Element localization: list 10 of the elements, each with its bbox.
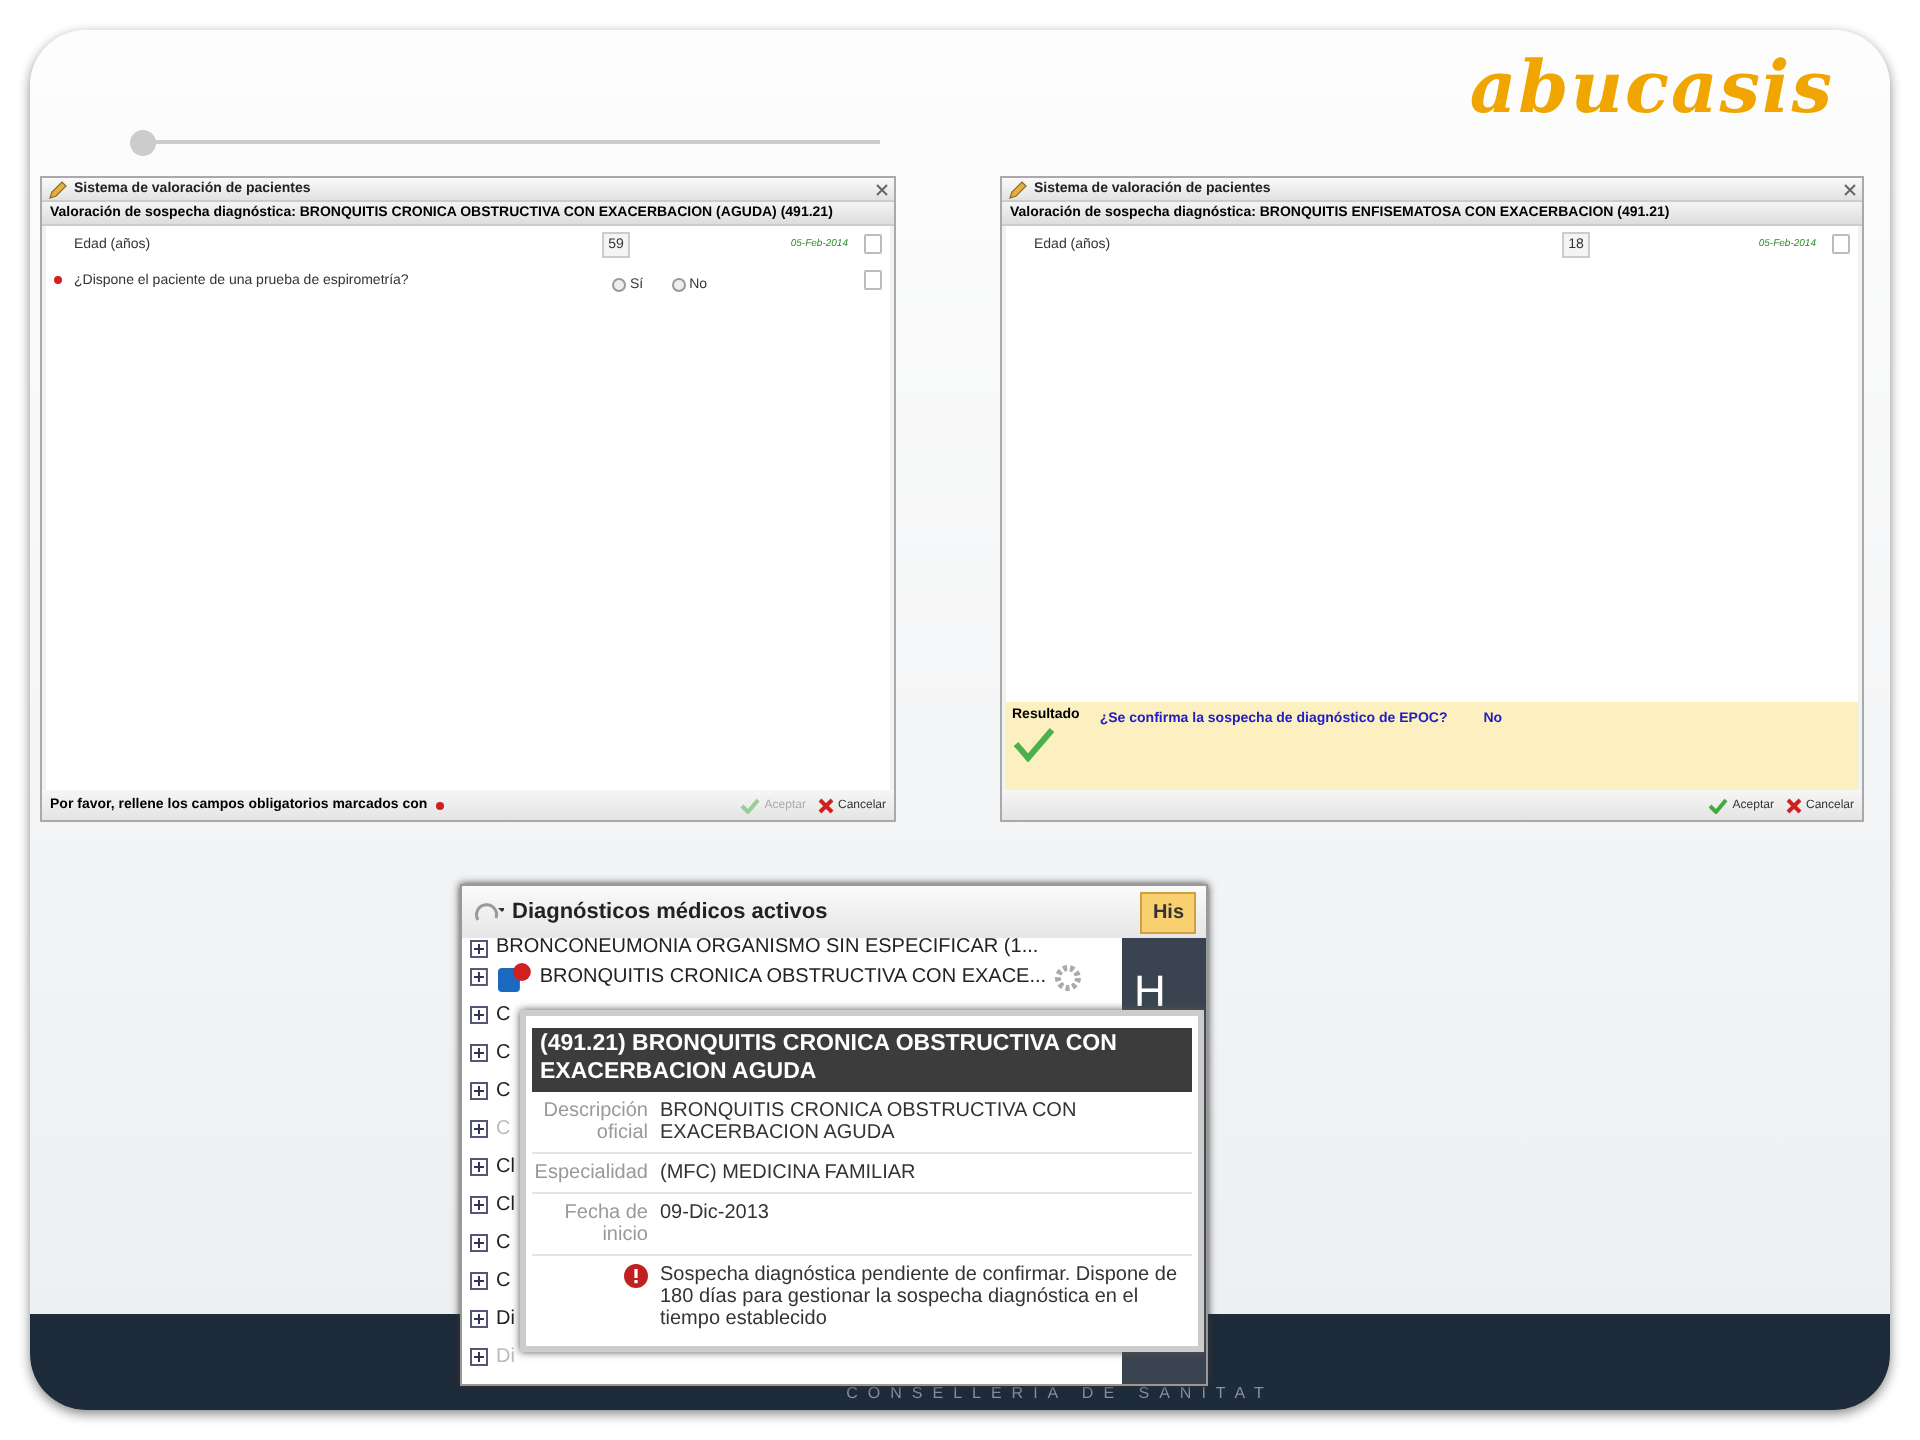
tooltip-title: (491.21) BRONQUITIS CRONICA OBSTRUCTIVA CON EXACERBACION AGUDA [532, 1028, 1192, 1092]
tooltip-value: (MFC) MEDICINA FAMILIAR [660, 1161, 916, 1184]
panel-title: Diagnósticos médicos activos [512, 900, 828, 924]
tooltip-label: Especialidad [532, 1161, 648, 1184]
tooltip-value: BRONQUITIS CRONICA OBSTRUCTIVA CON EXACERBACION AGUDA [660, 1099, 1079, 1144]
footer-text: CONSELLERIA DE SANITAT [846, 1384, 1274, 1402]
tooltip-value: 09-Dic-2013 [660, 1201, 769, 1228]
tooltip-label: Descripción oficial [541, 1099, 648, 1144]
tooltip-label: Fecha de inicio [562, 1201, 648, 1246]
logo: abucasis [1469, 46, 1834, 130]
